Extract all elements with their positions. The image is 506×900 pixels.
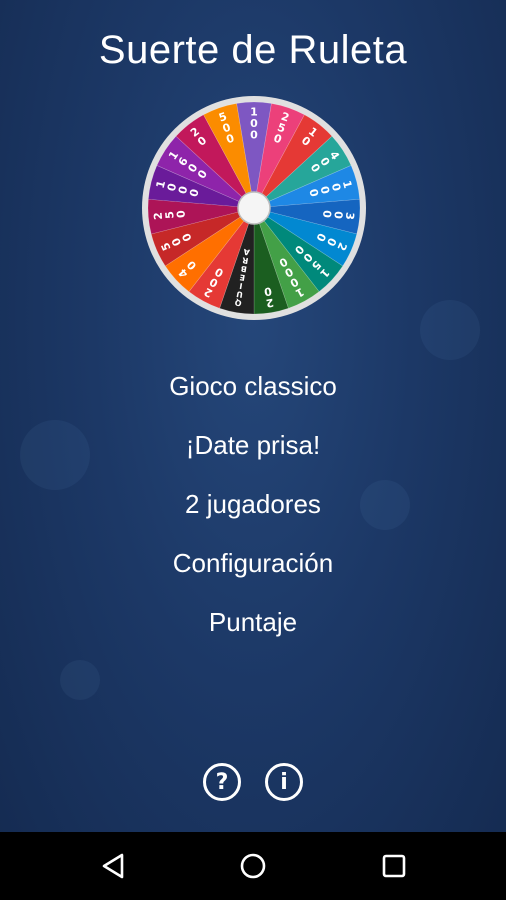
- app-title: Suerte de Ruleta: [98, 28, 408, 72]
- wheel-segment-label: 100: [250, 106, 258, 142]
- menu-hurry-up[interactable]: ¡Date prisa!: [0, 419, 506, 478]
- main-menu: Gioco classico ¡Date prisa! 2 jugadores …: [0, 360, 506, 655]
- wheel-label-char: 0: [250, 129, 258, 142]
- help-glyph: ?: [215, 770, 229, 795]
- wheel-hub: [237, 191, 271, 225]
- background-bokeh: [420, 300, 480, 360]
- android-navbar: [0, 832, 506, 900]
- menu-settings[interactable]: Configuración: [0, 537, 506, 596]
- help-icon[interactable]: ?: [203, 763, 241, 801]
- info-glyph: i: [280, 770, 288, 795]
- home-icon[interactable]: [237, 850, 269, 882]
- wheel-label-char: 0: [174, 209, 188, 218]
- recents-icon[interactable]: [378, 850, 410, 882]
- background-bokeh: [60, 660, 100, 700]
- roulette-wheel[interactable]: 100250 1040010003002001500100020QUIEBRA20…: [138, 92, 370, 324]
- menu-score[interactable]: Puntaje: [0, 596, 506, 655]
- back-icon[interactable]: [98, 850, 130, 882]
- info-icon[interactable]: i: [265, 763, 303, 801]
- menu-classic-game[interactable]: Gioco classico: [0, 360, 506, 419]
- wheel-label-char: 0: [320, 210, 334, 219]
- menu-two-players[interactable]: 2 jugadores: [0, 478, 506, 537]
